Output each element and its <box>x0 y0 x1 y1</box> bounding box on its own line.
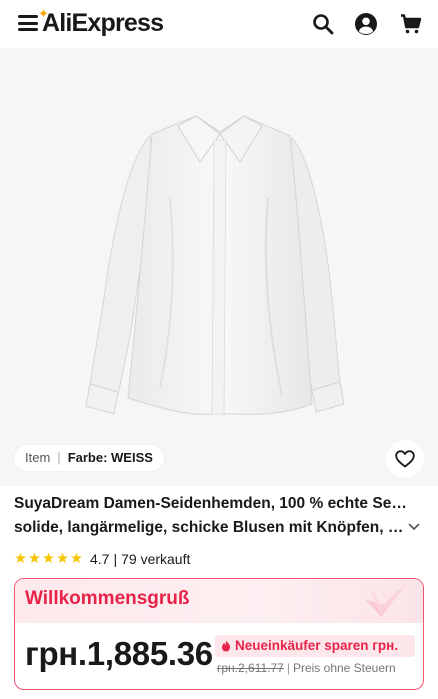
account-icon[interactable] <box>354 12 378 36</box>
tax-note: Preis ohne Steuern <box>292 661 396 675</box>
price-separator: | <box>286 661 290 675</box>
product-title-line-2: solide, langärmelige, schicke Blusen mit… <box>14 519 410 536</box>
welcome-deal-card[interactable]: Willkommensgruß грн.1,885.36 Neueinkäufe… <box>14 578 424 690</box>
star-icon: ★ <box>14 551 27 567</box>
heart-icon <box>395 450 415 468</box>
product-title[interactable]: SuyaDream Damen-Seidenhemden, 100 % echt… <box>14 492 410 540</box>
rating-value: 4.7 <box>90 551 110 567</box>
star-icon: ★ <box>70 551 83 567</box>
item-label: Item <box>25 450 51 465</box>
star-icon: ★ <box>56 551 69 567</box>
flame-icon <box>222 640 230 652</box>
original-price: грн.2,611.77 <box>217 661 284 675</box>
star-rating: ★ ★ ★ ★ ★ <box>14 549 84 569</box>
new-buyer-promo-badge[interactable]: Neueinkäufer sparen грн. <box>215 635 415 657</box>
deal-banner-title: Willkommensgruß <box>25 588 190 609</box>
chevron-down-icon[interactable] <box>408 522 420 532</box>
top-header: ✦ AliExpress <box>0 0 438 48</box>
aliexpress-logo[interactable]: ✦ AliExpress <box>38 6 164 38</box>
star-icon: ★ <box>42 551 55 567</box>
welcome-deal-banner: Willkommensgruß <box>15 579 423 623</box>
current-price: грн.1,885.36 <box>25 635 213 672</box>
discount-arrow-icon <box>365 585 405 617</box>
product-image-gallery[interactable] <box>0 48 438 486</box>
star-icon: ★ <box>28 551 41 567</box>
product-title-line-1: SuyaDream Damen-Seidenhemden, 100 % echt… <box>14 495 410 512</box>
rating-row[interactable]: ★ ★ ★ ★ ★ 4.7 | 79 verkauft <box>14 549 190 569</box>
logo-spark-icon: ✦ <box>38 6 49 21</box>
cart-icon[interactable] <box>399 12 423 36</box>
hamburger-menu-icon[interactable] <box>18 15 38 33</box>
chip-separator: | <box>57 450 61 465</box>
sold-count: 79 verkauft <box>121 551 191 567</box>
selected-color-label: Farbe: WEISS <box>67 450 153 465</box>
price-details: грн.2,611.77 | Preis ohne Steuern <box>217 661 396 675</box>
promo-text: Neueinkäufer sparen грн. <box>235 638 399 653</box>
variant-selector-chip[interactable]: Item | Farbe: WEISS <box>14 445 164 471</box>
wishlist-button[interactable] <box>386 440 424 478</box>
rating-separator: | <box>113 551 118 567</box>
white-blouse-image <box>85 115 345 415</box>
search-icon[interactable] <box>311 12 335 36</box>
